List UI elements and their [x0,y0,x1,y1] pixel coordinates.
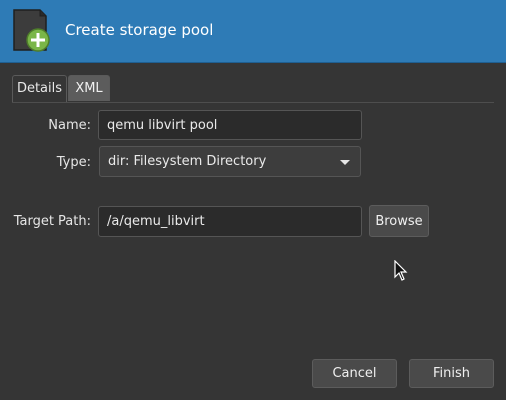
name-label: Name: [48,118,91,133]
cancel-button[interactable]: Cancel [312,359,397,388]
finish-button[interactable]: Finish [409,359,494,388]
tab-details[interactable]: Details [12,75,67,103]
name-input-value: qemu libvirt pool [107,117,218,133]
tab-divider [12,102,494,103]
chevron-down-icon [340,160,350,165]
name-input[interactable]: qemu libvirt pool [98,110,362,140]
target-path-value: /a/qemu_libvirt [107,214,205,229]
type-select[interactable]: dir: Filesystem Directory [99,146,361,177]
target-path-label: Target Path: [13,214,91,229]
dialog-title: Create storage pool [65,21,214,39]
browse-button[interactable]: Browse [369,205,429,237]
tab-xml[interactable]: XML [68,75,110,101]
target-path-input[interactable]: /a/qemu_libvirt [98,206,362,237]
mouse-pointer-icon [394,260,408,281]
type-select-value: dir: Filesystem Directory [108,154,267,169]
storage-pool-add-icon [13,9,50,52]
dialog-header: Create storage pool [0,0,506,63]
type-label: Type: [56,155,91,170]
